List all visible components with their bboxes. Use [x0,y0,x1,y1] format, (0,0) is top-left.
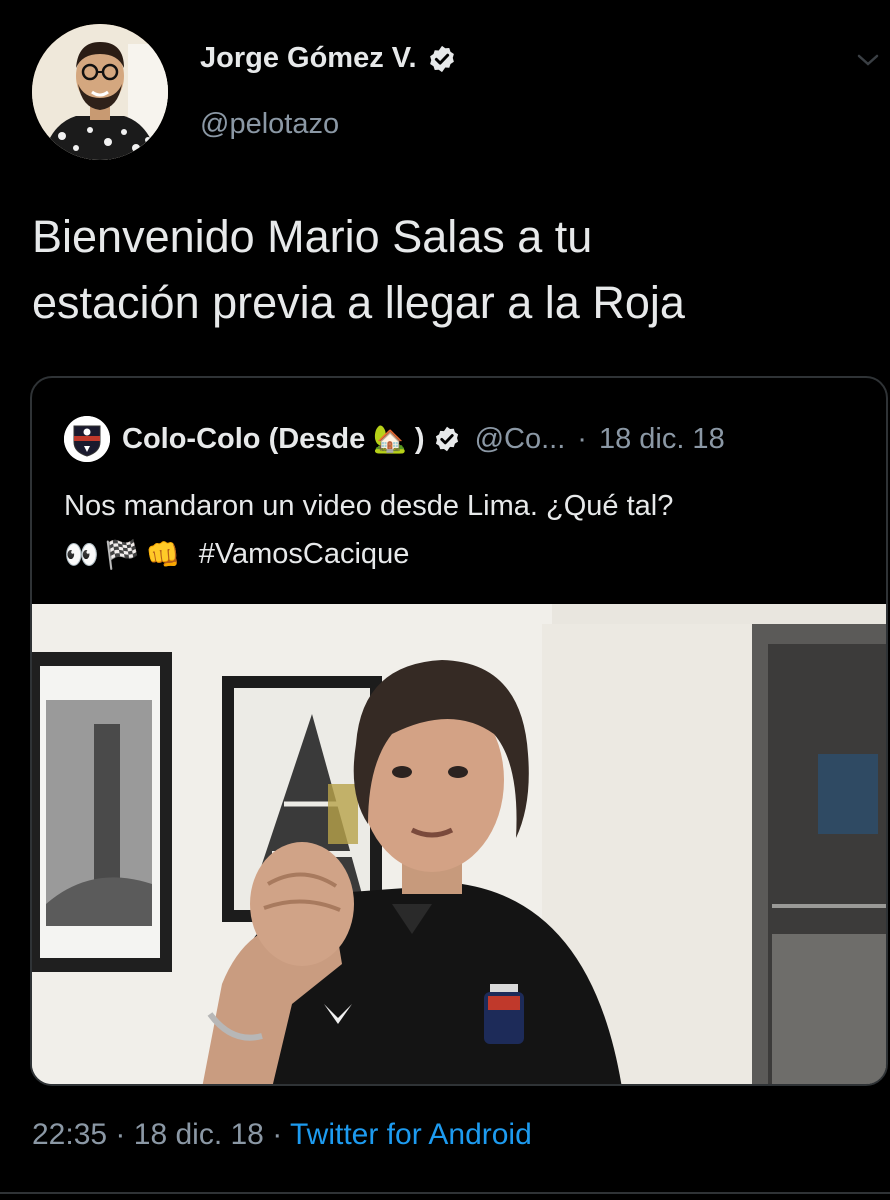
tweet-text-line: Bienvenido Mario Salas a tu [32,211,593,262]
separator-dot: · [577,422,587,455]
tweet-text-line: estación previa a llegar a la Roja [32,277,685,328]
author-name[interactable]: Jorge Gómez V. [200,42,417,75]
quoted-tweet-text: Nos mandaron un video desde Lima. ¿Qué t… [64,482,864,579]
quoted-tweet[interactable]: Colo-Colo (Desde 🏡 ) @Co... · 18 dic. 18… [30,376,888,1086]
avatar-image [32,24,168,160]
separator-dot: · [272,1118,283,1151]
author-handle[interactable]: @pelotazo [200,108,339,141]
fist-emoji: 👊 [145,539,181,571]
quoted-date[interactable]: 18 dic. 18 [599,423,725,456]
video-frame [32,604,886,1084]
tweet-container: Jorge Gómez V. @pelotazo Bienvenido Mari… [0,0,890,1200]
tweet-meta: 22:35 · 18 dic. 18 · Twitter for Android [32,1118,532,1152]
verified-badge-icon [429,45,454,72]
tweet-source-link[interactable]: Twitter for Android [290,1118,532,1151]
verified-badge-icon [435,426,458,452]
colo-colo-avatar[interactable] [64,416,110,462]
quoted-text-line: Nos mandaron un video desde Lima. ¿Qué t… [64,490,674,522]
divider [0,1192,890,1194]
emoji-row: 👀 🏁 👊 [64,531,181,579]
quoted-tweet-header: Colo-Colo (Desde 🏡 ) @Co... · 18 dic. 18 [64,416,725,462]
quoted-author-name[interactable]: Colo-Colo (Desde [122,423,365,456]
tweet-time[interactable]: 22:35 [32,1118,107,1151]
hashtag[interactable]: #VamosCacique [199,538,410,570]
quoted-author-name-close: ) [414,422,425,455]
video-thumbnail[interactable] [32,604,886,1084]
quoted-text-line-2: 👀 🏁 👊 #VamosCacique [64,530,864,579]
eyes-emoji: 👀 [64,539,99,571]
chevron-down-icon[interactable] [856,52,880,68]
tweet-date[interactable]: 18 dic. 18 [134,1118,264,1151]
club-crest-icon [64,416,110,462]
separator-dot: · [115,1118,126,1151]
checkered-flag-emoji: 🏁 [104,539,140,571]
author-avatar[interactable] [32,24,168,160]
tweet-text: Bienvenido Mario Salas a tu estación pre… [32,204,872,336]
quoted-author-handle[interactable]: @Co... [475,423,566,456]
author-name-row[interactable]: Jorge Gómez V. [200,42,457,75]
house-emoji: 🏡 [373,424,407,454]
